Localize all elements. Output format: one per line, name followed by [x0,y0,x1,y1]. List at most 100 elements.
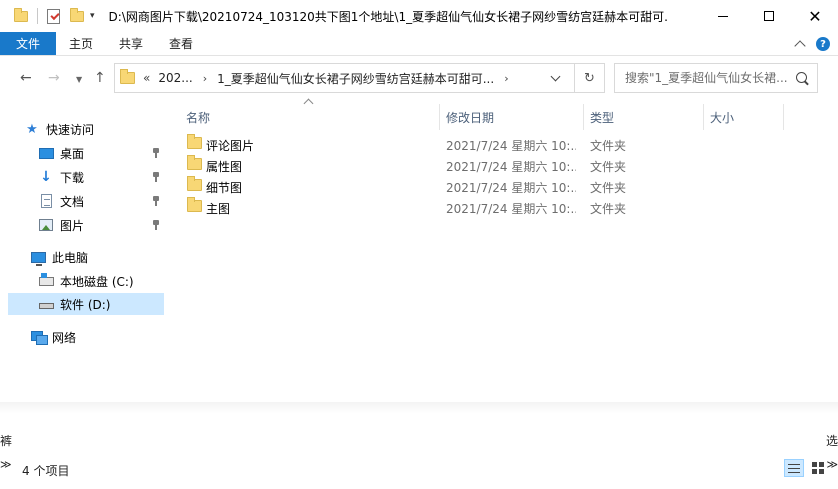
background-text: 选 [825,434,838,448]
chevron-down-icon [550,71,560,81]
search-icon [796,72,807,83]
file-name: 属性图 [206,160,243,174]
up-arrow-icon[interactable]: ↑ [94,70,106,86]
window-controls: ✕ [700,0,838,32]
customize-toolbar-dropdown-icon[interactable]: ▾ [90,11,95,21]
tab-file[interactable]: 文件 [0,32,57,55]
recent-locations-dropdown-icon[interactable]: ▼ [76,75,82,84]
sidebar-item-label: 软件 (D:) [60,297,111,312]
column-headers: 名称 修改日期 类型 大小 [166,104,838,130]
quick-access-toolbar: ▾ [0,0,95,32]
table-row[interactable]: 评论图片 2021/7/24 星期六 10:... 文件夹 [180,134,640,155]
sidebar-item-this-pc[interactable]: 此电脑 [30,246,164,268]
folder-icon [187,134,202,149]
sidebar-item-downloads[interactable]: ↓ 下载 [38,166,164,188]
background-text: 裤 [0,434,13,448]
details-view-button[interactable] [784,459,804,477]
details-view-icon [788,463,800,473]
breadcrumb-item[interactable]: 202... [158,71,192,85]
navigation-pane: ★ 快速访问 桌面 ↓ 下载 文档 图片 此电脑 本地磁盘 (C:) 软件 (D… [0,100,166,400]
minimize-button[interactable] [700,0,746,32]
large-icons-view-button[interactable] [808,459,828,477]
minimize-icon [718,15,728,17]
tab-home[interactable]: 主页 [56,32,106,55]
file-date: 2021/7/24 星期六 10:... [446,181,576,195]
close-icon: ✕ [808,6,822,26]
new-folder-icon[interactable] [70,7,84,22]
folder-icon [187,155,202,170]
search-input[interactable] [625,71,790,85]
sidebar-item-pictures[interactable]: 图片 [38,214,164,236]
folder-icon [187,176,202,191]
sidebar-item-network[interactable]: 网络 [30,326,164,348]
item-count: 4 个项目 [22,464,70,478]
collapse-ribbon-icon[interactable] [794,40,806,52]
table-row[interactable]: 细节图 2021/7/24 星期六 10:... 文件夹 [180,176,640,197]
file-name: 细节图 [206,181,243,195]
breadcrumb-item[interactable]: 1_夏季超仙气仙女长裙子网纱雪纺宫廷赫本可甜可... [217,70,494,87]
column-header-size[interactable]: 大小 [704,104,784,130]
file-type: 文件夹 [590,139,627,153]
sidebar-item-drive-d[interactable]: 软件 (D:) [8,293,164,315]
background-window-edge [0,402,838,414]
pin-icon [152,196,160,206]
tab-view[interactable]: 查看 [156,32,206,55]
background-text: ≫ [0,458,12,471]
file-date: 2021/7/24 星期六 10:... [446,202,576,216]
view-switcher [784,459,828,477]
pin-icon [152,148,160,158]
address-dropdown-button[interactable] [544,64,566,92]
file-name: 评论图片 [206,139,255,153]
sidebar-item-desktop[interactable]: 桌面 [38,142,164,164]
network-icon [30,329,48,345]
refresh-button[interactable]: ↻ [574,64,604,92]
pin-icon [152,220,160,230]
sidebar-item-documents[interactable]: 文档 [38,190,164,212]
close-button[interactable]: ✕ [792,0,838,32]
folder-icon [187,197,202,212]
file-date: 2021/7/24 星期六 10:... [446,139,576,153]
breadcrumb-separator-icon[interactable]: › [203,72,207,85]
column-header-type[interactable]: 类型 [584,104,704,130]
breadcrumb-overflow[interactable]: « [143,71,150,85]
folder-icon [120,69,135,84]
document-icon [38,193,54,209]
file-name: 主图 [206,202,231,216]
computer-icon [30,249,46,266]
address-bar[interactable]: « 202... › 1_夏季超仙气仙女长裙子网纱雪纺宫廷赫本可甜可... › … [114,63,605,93]
drive-icon [38,296,54,312]
ribbon-controls: ? [794,32,830,56]
sidebar-item-label: 本地磁盘 (C:) [60,274,134,289]
folder-icon[interactable] [14,7,28,22]
back-arrow-icon[interactable]: ← [20,70,32,86]
star-icon: ★ [26,121,38,137]
sidebar-item-label: 文档 [60,194,85,209]
file-type: 文件夹 [590,160,627,174]
file-date: 2021/7/24 星期六 10:... [446,160,576,174]
help-icon[interactable]: ? [816,37,830,51]
column-header-name[interactable]: 名称 [180,104,440,130]
forward-arrow-icon[interactable]: → [48,70,60,86]
tab-share[interactable]: 共享 [106,32,156,55]
sidebar-item-drive-c[interactable]: 本地磁盘 (C:) [38,270,164,292]
sidebar-item-label: 快速访问 [46,122,95,137]
hard-drive-icon [38,272,54,289]
title-bar: ▾ D:\网商图片下载\20210724_103120共下图1个地址\1_夏季超… [0,0,838,32]
large-icons-view-icon [812,462,824,474]
sidebar-item-label: 网络 [52,330,77,345]
sidebar-item-label: 下载 [60,170,85,185]
navigation-bar: ← → ▼ ↑ « 202... › 1_夏季超仙气仙女长裙子网纱雪纺宫廷赫本可… [0,56,838,100]
table-row[interactable]: 主图 2021/7/24 星期六 10:... 文件夹 [180,197,640,218]
toolbar-divider [37,8,38,24]
sidebar-item-quick-access[interactable]: ★ 快速访问 [26,118,164,140]
breadcrumb-separator-icon[interactable]: › [504,72,508,85]
properties-icon[interactable] [47,8,60,24]
pin-icon [152,172,160,182]
column-header-date[interactable]: 修改日期 [440,104,584,130]
maximize-icon [764,11,774,21]
desktop-icon [38,145,54,161]
maximize-button[interactable] [746,0,792,32]
search-box[interactable] [614,63,818,93]
table-row[interactable]: 属性图 2021/7/24 星期六 10:... 文件夹 [180,155,640,176]
background-text: ≫ [826,458,838,471]
